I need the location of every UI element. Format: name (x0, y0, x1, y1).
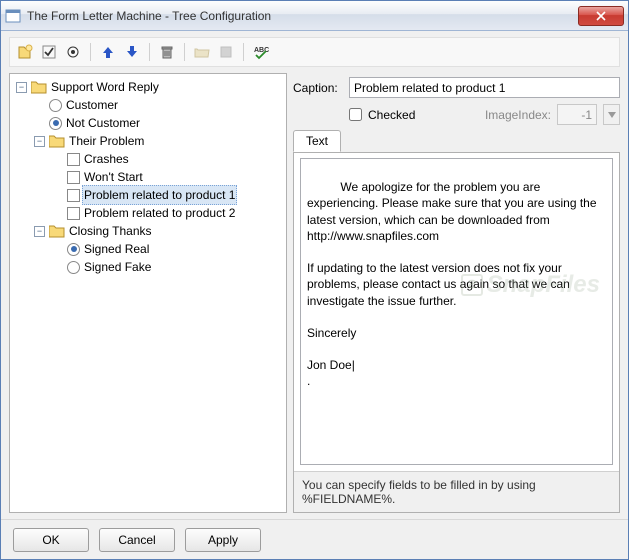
checkbox-icon[interactable] (67, 171, 80, 184)
tree-item-product-1[interactable]: Problem related to product 1 (52, 186, 282, 204)
editor-panel: Caption: Checked ImageIndex: Text We apo… (293, 73, 620, 513)
stop-icon[interactable] (215, 41, 237, 63)
tree-folder-root[interactable]: − Support Word Reply (16, 78, 282, 96)
tree-item-customer[interactable]: Customer (34, 96, 282, 114)
tree-label[interactable]: Support Word Reply (49, 78, 161, 96)
hint-text: You can specify fields to be filled in b… (294, 471, 619, 512)
apply-button[interactable]: Apply (185, 528, 261, 552)
tree-item-wont-start[interactable]: Won't Start (52, 168, 282, 186)
options-row: Checked ImageIndex: (293, 102, 620, 129)
tree-view[interactable]: − Support Word Reply Customer Not Custom… (14, 78, 282, 276)
target-icon[interactable] (62, 41, 84, 63)
content-area: − Support Word Reply Customer Not Custom… (1, 67, 628, 519)
collapse-icon[interactable]: − (16, 82, 27, 93)
checkbox-icon[interactable] (67, 189, 80, 202)
arrow-down-icon[interactable] (121, 41, 143, 63)
folder-icon (31, 80, 47, 94)
tree-item-product-2[interactable]: Problem related to product 2 (52, 204, 282, 222)
toolbar: ABC (9, 37, 620, 67)
folder-icon (49, 134, 65, 148)
radio-icon[interactable] (67, 243, 80, 256)
spellcheck-icon[interactable]: ABC (250, 41, 272, 63)
tree-item-signed-fake[interactable]: Signed Fake (52, 258, 282, 276)
checked-checkbox[interactable] (349, 108, 362, 121)
caption-row: Caption: (293, 73, 620, 102)
tree-item-crashes[interactable]: Crashes (52, 150, 282, 168)
checkbox-icon[interactable] (67, 207, 80, 220)
tree-folder-closing-thanks[interactable]: − Closing Thanks (34, 222, 282, 240)
toolbar-separator (149, 43, 150, 61)
tree-item-signed-real[interactable]: Signed Real (52, 240, 282, 258)
folder-icon (49, 224, 65, 238)
text-content[interactable]: We apologize for the problem you are exp… (307, 180, 600, 388)
tree-folder-their-problem[interactable]: − Their Problem (34, 132, 282, 150)
check-icon[interactable] (38, 41, 60, 63)
imageindex-dropdown[interactable] (603, 104, 620, 125)
checked-label: Checked (368, 108, 415, 122)
collapse-icon[interactable]: − (34, 226, 45, 237)
checkbox-icon[interactable] (67, 153, 80, 166)
window-title: The Form Letter Machine - Tree Configura… (27, 9, 578, 23)
text-panel: We apologize for the problem you are exp… (293, 152, 620, 513)
close-button[interactable] (578, 6, 624, 26)
radio-icon[interactable] (67, 261, 80, 274)
imageindex-label: ImageIndex: (485, 108, 551, 122)
imageindex-input[interactable] (557, 104, 597, 125)
trash-icon[interactable] (156, 41, 178, 63)
radio-icon[interactable] (49, 99, 62, 112)
app-icon (5, 8, 21, 24)
ok-button[interactable]: OK (13, 528, 89, 552)
text-editor[interactable]: We apologize for the problem you are exp… (300, 158, 613, 465)
titlebar[interactable]: The Form Letter Machine - Tree Configura… (1, 1, 628, 31)
window: The Form Letter Machine - Tree Configura… (0, 0, 629, 560)
button-bar: OK Cancel Apply (1, 519, 628, 559)
tree-item-not-customer[interactable]: Not Customer (34, 114, 282, 132)
toolbar-separator (243, 43, 244, 61)
collapse-icon[interactable]: − (34, 136, 45, 147)
svg-text:ABC: ABC (254, 47, 269, 54)
caption-label: Caption: (293, 81, 343, 95)
cancel-button[interactable]: Cancel (99, 528, 175, 552)
tab-text[interactable]: Text (293, 130, 341, 152)
radio-icon[interactable] (49, 117, 62, 130)
toolbar-separator (184, 43, 185, 61)
tree-panel[interactable]: − Support Word Reply Customer Not Custom… (9, 73, 287, 513)
folder-open-icon[interactable] (191, 41, 213, 63)
caption-input[interactable] (349, 77, 620, 98)
arrow-up-icon[interactable] (97, 41, 119, 63)
tab-strip: Text (293, 130, 620, 153)
new-item-icon[interactable] (14, 41, 36, 63)
toolbar-separator (90, 43, 91, 61)
